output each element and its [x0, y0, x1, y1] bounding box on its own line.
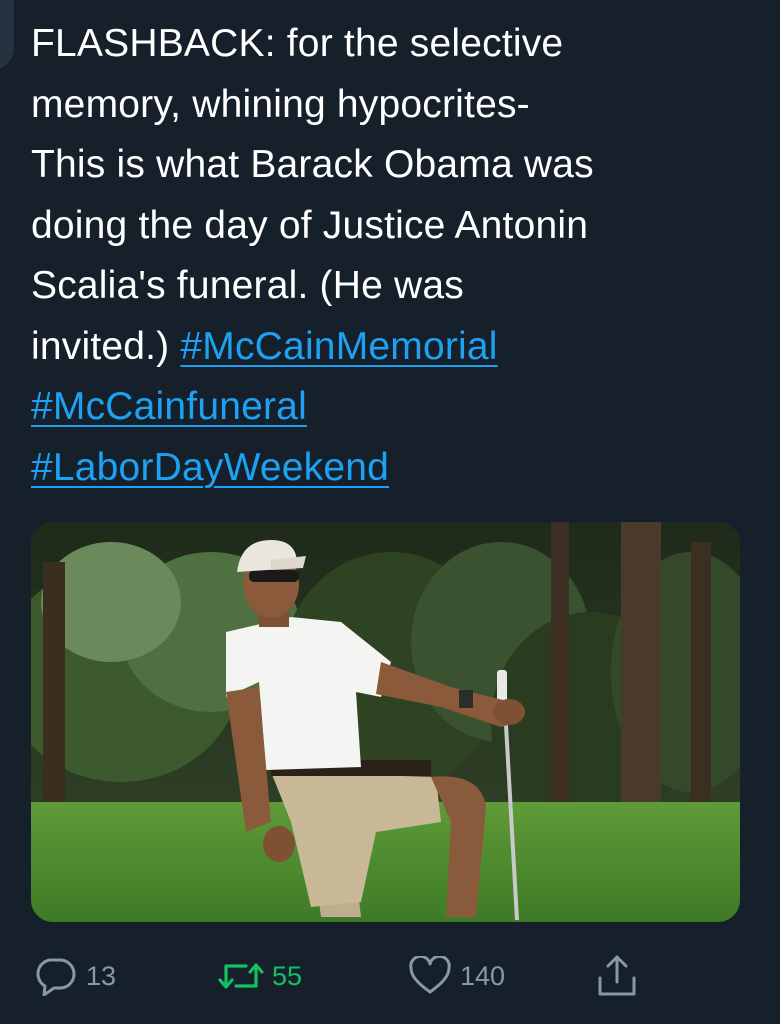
hashtag-link-mccainmemorial[interactable]: #McCainMemorial — [180, 325, 497, 368]
tweet-text-line: doing the day of Justice Antonin — [31, 203, 589, 247]
top-edge — [0, 0, 780, 8]
hashtag-line: #McCainfuneral — [31, 377, 751, 438]
hashtag-link-mccainfuneral[interactable]: #McCainfuneral — [31, 385, 307, 428]
like-button[interactable]: 140 — [408, 948, 505, 1004]
like-count: 140 — [460, 960, 506, 991]
reply-bubble-icon — [36, 958, 76, 996]
retweet-button[interactable]: 55 — [218, 948, 302, 1004]
share-button[interactable] — [596, 948, 638, 1004]
retweet-arrows-icon — [218, 963, 264, 989]
reply-count: 13 — [86, 960, 117, 991]
tweet-action-bar: 13 55 140 — [0, 948, 780, 1004]
reply-button[interactable]: 13 — [34, 948, 116, 1004]
avatar[interactable] — [0, 0, 14, 70]
hashtag-link-labordayweekend[interactable]: #LaborDayWeekend — [31, 446, 389, 489]
hashtag-line: #LaborDayWeekend — [31, 438, 751, 499]
tweet-text-line: Scalia's funeral. (He was — [31, 264, 464, 307]
tweet-text-line: This is what Barack Obama was — [31, 143, 594, 186]
tweet-text-fragment: invited.) — [31, 324, 181, 368]
retweet-count: 55 — [272, 960, 303, 991]
tweet-text-line: memory, whining hypocrites- — [31, 82, 530, 126]
tweet-photo[interactable] — [31, 522, 740, 922]
tweet-text-line-with-hashtag: invited.) #McCainMemorial — [31, 317, 751, 378]
share-upload-icon — [598, 955, 636, 996]
heart-outline-icon — [409, 956, 451, 994]
tweet-text-line: FLASHBACK: for the selective — [31, 22, 564, 65]
golf-photo-illustration — [31, 522, 740, 922]
tweet-body: FLASHBACK: for the selective memory, whi… — [31, 14, 751, 498]
